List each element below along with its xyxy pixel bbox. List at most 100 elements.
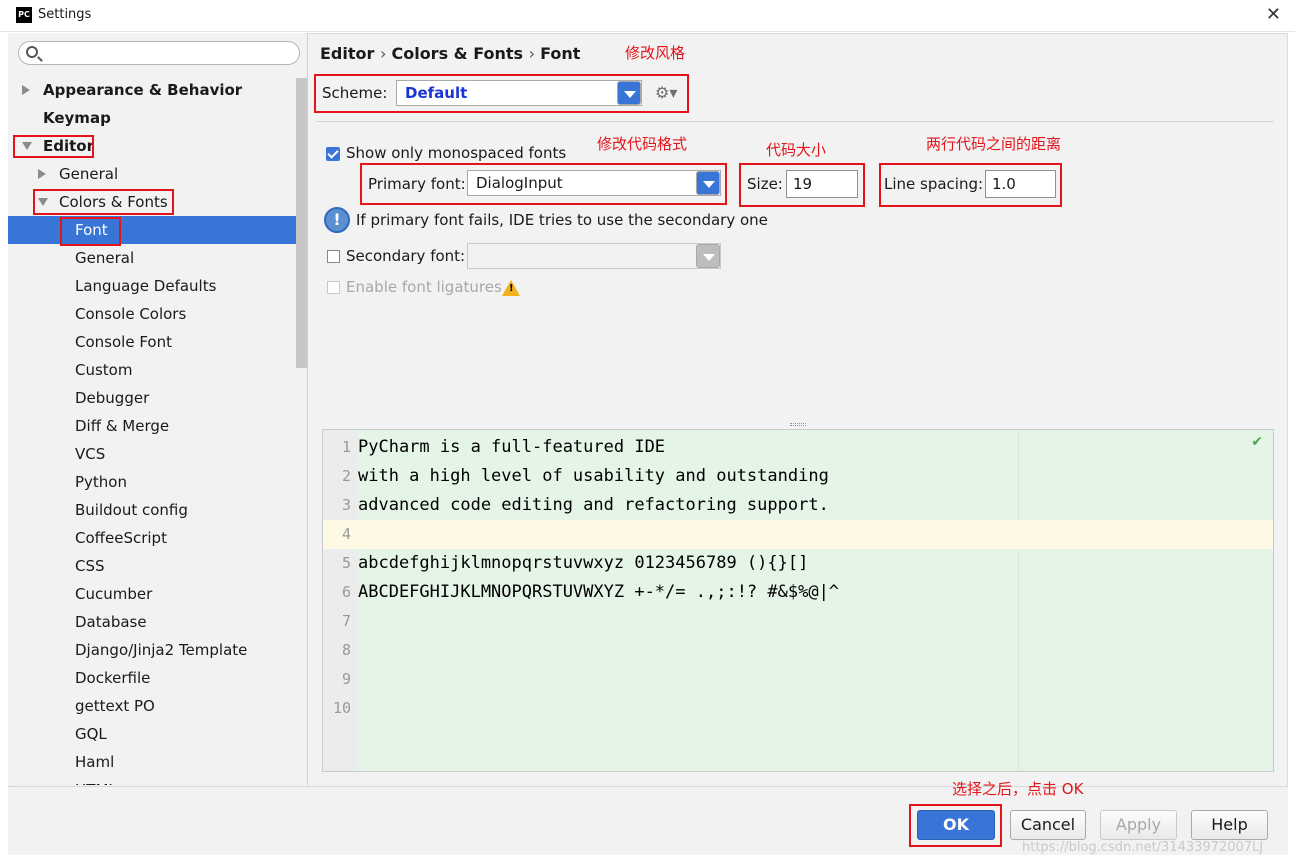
expand-down-icon[interactable]	[22, 142, 32, 150]
primary-font-value: DialogInput	[476, 174, 563, 192]
font-preview[interactable]: 1 PyCharm is a full-featured IDE 2 with a h…	[322, 429, 1274, 772]
sidebar-item[interactable]: Debugger	[8, 384, 307, 412]
line-number: 9	[341, 670, 351, 688]
sidebar-item[interactable]: CSS	[8, 552, 307, 580]
splitter-handle[interactable]	[790, 423, 806, 426]
line-number: 4	[341, 525, 351, 543]
line-spacing-label: Line spacing:	[884, 175, 984, 193]
help-button[interactable]: Help	[1191, 810, 1268, 840]
section-divider	[316, 121, 1274, 122]
window-edge	[1288, 33, 1295, 863]
annotation-spacing: 两行代码之间的距离	[926, 135, 1062, 153]
code-line: 10	[323, 694, 1273, 723]
warning-icon: !	[502, 280, 520, 296]
sidebar-item-label: GQL	[75, 725, 107, 743]
secondary-font-dropdown[interactable]	[467, 243, 721, 269]
chevron-down-icon[interactable]	[696, 171, 720, 195]
breadcrumb-separator: ›	[528, 44, 541, 63]
search-box[interactable]	[18, 41, 300, 65]
sidebar-item[interactable]: Dockerfile	[8, 664, 307, 692]
sidebar-item-label: Debugger	[75, 389, 150, 407]
sidebar-item[interactable]: Language Defaults	[8, 272, 307, 300]
monospaced-checkbox[interactable]	[326, 147, 340, 161]
line-number: 6	[341, 583, 351, 601]
breadcrumb-separator: ›	[379, 44, 392, 63]
code-line: 2 with a high level of usability and outs…	[323, 462, 1273, 491]
close-icon[interactable]: ✕	[1266, 4, 1281, 25]
chevron-down-icon[interactable]	[617, 81, 641, 105]
sidebar-item-label: Haml	[75, 753, 115, 771]
line-spacing-input[interactable]: 1.0	[985, 170, 1056, 198]
primary-font-dropdown[interactable]: DialogInput	[467, 170, 721, 196]
secondary-font-checkbox[interactable]	[327, 250, 340, 263]
code-line: 1 PyCharm is a full-featured IDE	[323, 433, 1273, 462]
size-input[interactable]: 19	[786, 170, 858, 198]
sidebar-item[interactable]: General	[8, 244, 307, 272]
chevron-down-icon[interactable]	[696, 244, 720, 268]
window-title: Settings	[38, 7, 92, 22]
sidebar-item-label: CoffeeScript	[75, 529, 167, 547]
sidebar-item[interactable]: Buildout config	[8, 496, 307, 524]
scheme-value: Default	[405, 84, 468, 102]
sidebar-item[interactable]: Console Colors	[8, 300, 307, 328]
sidebar-item-label: Database	[75, 613, 147, 631]
breadcrumb-editor: Editor	[320, 44, 375, 63]
code-text: ABCDEFGHIJKLMNOPQRSTUVWXYZ +-*/= .,;:!? …	[358, 582, 840, 602]
secondary-font-label: Secondary font:	[346, 247, 466, 265]
sidebar-item[interactable]: Python	[8, 468, 307, 496]
sidebar-item[interactable]: gettext PO	[8, 692, 307, 720]
sidebar-item[interactable]: Database	[8, 608, 307, 636]
sidebar-item[interactable]: Font	[8, 216, 307, 244]
sidebar-item-label: Colors & Fonts	[59, 193, 168, 211]
annotation-size: 代码大小	[766, 141, 827, 159]
cancel-button[interactable]: Cancel	[1010, 810, 1086, 840]
sidebar-item[interactable]: HTML	[8, 776, 307, 785]
sidebar-item[interactable]: GQL	[8, 720, 307, 748]
sidebar-item-label: Diff & Merge	[75, 417, 170, 435]
ok-button[interactable]: OK	[917, 810, 995, 840]
ligatures-checkbox[interactable]	[327, 281, 340, 294]
sidebar-scrollbar[interactable]	[296, 78, 307, 368]
code-text: abcdefghijklmnopqrstuvwxyz 0123456789 ()…	[358, 553, 809, 573]
sidebar-item-label: Editor	[43, 137, 94, 155]
sidebar-item[interactable]: CoffeeScript	[8, 524, 307, 552]
sidebar-item[interactable]: VCS	[8, 440, 307, 468]
breadcrumb: Editor › Colors & Fonts › Font	[320, 44, 580, 63]
sidebar-item[interactable]: Django/Jinja2 Template	[8, 636, 307, 664]
scheme-dropdown[interactable]: Default	[396, 80, 642, 106]
sidebar-item-label: Language Defaults	[75, 277, 217, 295]
code-text: advanced code editing and refactoring su…	[358, 495, 829, 515]
sidebar-item[interactable]: Editor	[8, 132, 307, 160]
line-number: 7	[341, 612, 351, 630]
sidebar-item[interactable]: Console Font	[8, 328, 307, 356]
info-text: If primary font fails, IDE tries to use …	[356, 211, 768, 229]
sidebar-item[interactable]: Keymap	[8, 104, 307, 132]
sidebar-item-label: VCS	[75, 445, 106, 463]
sidebar-item-label: Buildout config	[75, 501, 188, 519]
pycharm-app-icon: PC	[16, 7, 32, 23]
ligatures-label: Enable font ligatures	[346, 278, 502, 296]
sidebar-item[interactable]: Cucumber	[8, 580, 307, 608]
title-bar: PC Settings ✕	[0, 0, 1295, 32]
expand-right-icon[interactable]	[22, 85, 30, 95]
line-number: 1	[341, 438, 351, 456]
expand-down-icon[interactable]	[38, 198, 48, 206]
sidebar-item[interactable]: Haml	[8, 748, 307, 776]
sidebar-item[interactable]: General	[8, 160, 307, 188]
search-input[interactable]	[47, 44, 295, 62]
sidebar-item-label: Appearance & Behavior	[43, 81, 243, 99]
annotation-font: 修改代码格式	[597, 135, 688, 153]
apply-button[interactable]: Apply	[1100, 810, 1177, 840]
code-line: 9	[323, 665, 1273, 694]
gear-icon[interactable]: ⚙▾	[655, 83, 677, 102]
settings-sidebar: Appearance & Behavior Keymap Editor General…	[8, 33, 308, 785]
sidebar-item[interactable]: Colors & Fonts	[8, 188, 307, 216]
code-line: 3 advanced code editing and refactoring s…	[323, 491, 1273, 520]
expand-right-icon[interactable]	[38, 169, 46, 179]
sidebar-item-label: Custom	[75, 361, 133, 379]
sidebar-item[interactable]: Diff & Merge	[8, 412, 307, 440]
sidebar-item-label: General	[59, 165, 119, 183]
sidebar-item[interactable]: Appearance & Behavior	[8, 76, 307, 104]
sidebar-item[interactable]: Custom	[8, 356, 307, 384]
search-icon	[26, 46, 38, 58]
